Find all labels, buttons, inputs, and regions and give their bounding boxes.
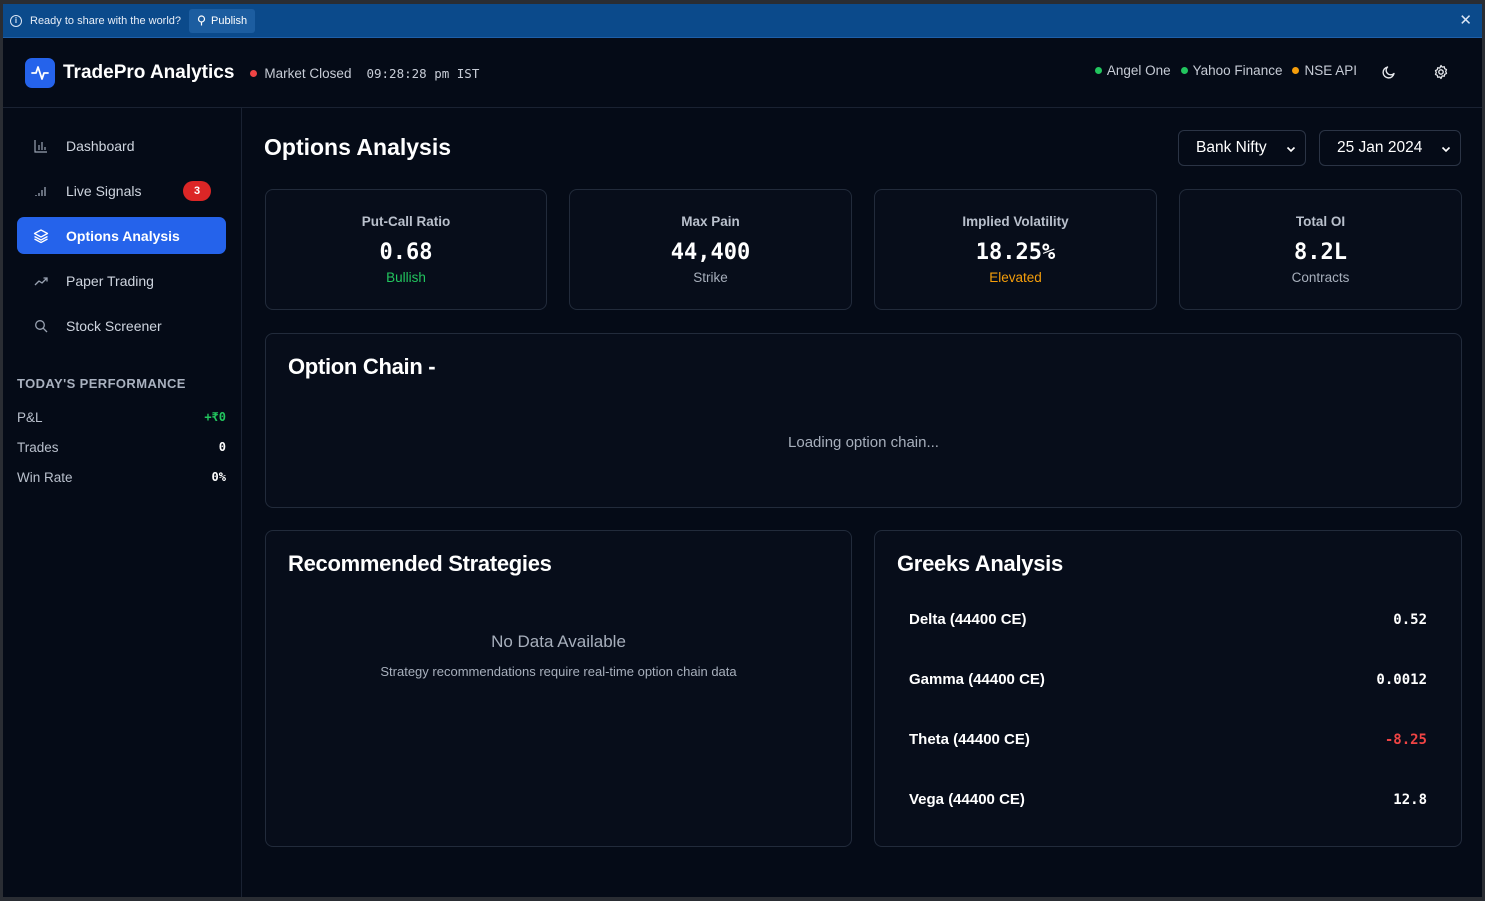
source-angel-one: Angel One [1094, 63, 1171, 78]
sidebar-item-label: Dashboard [66, 137, 135, 154]
stat-value: 44,400 [670, 240, 751, 265]
clock: 09:28:28 pm IST [366, 65, 480, 81]
stat-subtitle: Strike [693, 270, 728, 285]
publish-banner: i Ready to share with the world? Publish… [3, 4, 1482, 38]
source-yahoo-finance: Yahoo Finance [1180, 63, 1283, 78]
source-nse-api: NSE API [1292, 63, 1357, 78]
performance-label: Win Rate [17, 470, 73, 485]
sidebar-item-options-analysis[interactable]: Options Analysis [17, 217, 226, 254]
source-label: Yahoo Finance [1192, 63, 1283, 78]
chevron-down-icon [1441, 146, 1451, 153]
sidebar-item-dashboard[interactable]: Dashboard [17, 127, 226, 164]
expiry-select-value: 25 Jan 2024 [1337, 139, 1423, 156]
publish-button[interactable]: Publish [189, 8, 256, 33]
close-icon[interactable]: ✕ [1459, 12, 1472, 30]
greek-value: -8.25 [1384, 731, 1427, 748]
option-chain-loading: Loading option chain... [788, 434, 939, 451]
banner-message: Ready to share with the world? [30, 14, 182, 27]
layers-icon [32, 227, 50, 245]
empty-state-title: No Data Available [491, 632, 626, 651]
performance-row-win-rate: Win Rate 0% [17, 470, 226, 485]
performance-value: +₹0 [204, 410, 226, 424]
stat-card-max-pain: Max Pain 44,400 Strike [569, 189, 852, 310]
stat-title: Max Pain [681, 214, 740, 229]
greek-row-theta: Theta (44400 CE) -8.25 [909, 731, 1427, 748]
sidebar-item-label: Stock Screener [66, 317, 162, 334]
status-dot [1292, 67, 1300, 74]
expiry-select[interactable]: 25 Jan 2024 [1319, 130, 1461, 166]
greek-name: Delta (44400 CE) [909, 611, 1027, 628]
greek-row-delta: Delta (44400 CE) 0.52 [909, 611, 1427, 628]
performance-row-pnl: P&L +₹0 [17, 410, 226, 425]
greeks-card: Greeks Analysis Delta (44400 CE) 0.52 Ga… [874, 530, 1462, 847]
greeks-title: Greeks Analysis [897, 551, 1063, 576]
signal-icon [32, 182, 50, 200]
trending-up-icon [32, 272, 50, 290]
sidebar-item-paper-trading[interactable]: Paper Trading [17, 262, 226, 299]
app-title: TradePro Analytics [63, 62, 235, 83]
app-window: i Ready to share with the world? Publish… [3, 4, 1482, 897]
index-select[interactable]: Bank Nifty [1178, 130, 1306, 166]
stat-subtitle: Contracts [1291, 270, 1350, 285]
stat-subtitle: Elevated [989, 270, 1042, 285]
option-chain-card: Option Chain - Loading option chain... [265, 333, 1462, 508]
gear-icon[interactable] [1433, 64, 1449, 80]
performance-row-trades: Trades 0 [17, 440, 226, 455]
sidebar-item-label: Options Analysis [66, 227, 180, 244]
stat-card-put-call-ratio: Put-Call Ratio 0.68 Bullish [265, 189, 547, 310]
data-sources: Angel One Yahoo Finance NSE API [1085, 63, 1357, 78]
stat-value: 18.25% [975, 240, 1056, 265]
performance-value: 0% [211, 470, 226, 484]
chevron-down-icon [1286, 146, 1296, 153]
page-title: Options Analysis [264, 134, 452, 160]
status-dot [1180, 67, 1188, 74]
greek-value: 0.0012 [1376, 671, 1427, 688]
greek-name: Vega (44400 CE) [909, 791, 1025, 808]
stat-card-implied-volatility: Implied Volatility 18.25% Elevated [874, 189, 1157, 310]
market-status-dot [250, 69, 258, 77]
strategies-card: Recommended Strategies No Data Available… [265, 530, 852, 847]
publish-label: Publish [211, 14, 248, 27]
status-dot [1094, 67, 1102, 74]
performance-value: 0 [218, 440, 226, 454]
performance-title: TODAY'S PERFORMANCE [17, 376, 186, 391]
source-label: Angel One [1106, 63, 1171, 78]
activity-logo-icon [25, 58, 55, 88]
sidebar-item-label: Live Signals [66, 182, 142, 199]
performance-label: Trades [17, 440, 59, 455]
performance-label: P&L [17, 410, 43, 425]
greek-name: Theta (44400 CE) [909, 731, 1030, 748]
pin-icon [197, 15, 206, 26]
sidebar: Dashboard Live Signals 3 Options Analysi… [3, 108, 242, 897]
bar-chart-icon [32, 137, 50, 155]
top-header: TradePro Analytics Market Closed 09:28:2… [3, 39, 1482, 108]
search-icon [32, 317, 50, 335]
info-icon: i [10, 14, 22, 27]
market-status: Market Closed [264, 65, 352, 81]
greek-name: Gamma (44400 CE) [909, 671, 1045, 688]
greek-value: 0.52 [1393, 611, 1427, 628]
stat-subtitle: Bullish [386, 270, 426, 285]
moon-icon[interactable] [1381, 64, 1397, 80]
strategies-title: Recommended Strategies [288, 551, 552, 576]
index-select-value: Bank Nifty [1196, 139, 1267, 156]
greek-row-vega: Vega (44400 CE) 12.8 [909, 791, 1427, 808]
empty-state-message: Strategy recommendations require real-ti… [380, 664, 737, 679]
stat-card-total-oi: Total OI 8.2L Contracts [1179, 189, 1462, 310]
sidebar-item-live-signals[interactable]: Live Signals 3 [17, 172, 226, 209]
greek-row-gamma: Gamma (44400 CE) 0.0012 [909, 671, 1427, 688]
stat-title: Total OI [1295, 214, 1346, 229]
option-chain-title: Option Chain - [288, 354, 436, 379]
sidebar-item-label: Paper Trading [66, 272, 154, 289]
sidebar-item-stock-screener[interactable]: Stock Screener [17, 307, 226, 344]
signal-count-badge: 3 [183, 181, 211, 201]
greek-value: 12.8 [1393, 791, 1427, 808]
stat-title: Put-Call Ratio [361, 214, 451, 229]
stat-value: 0.68 [379, 240, 433, 265]
stat-value: 8.2L [1294, 240, 1347, 265]
stat-title: Implied Volatility [962, 214, 1069, 229]
source-label: NSE API [1304, 63, 1357, 78]
